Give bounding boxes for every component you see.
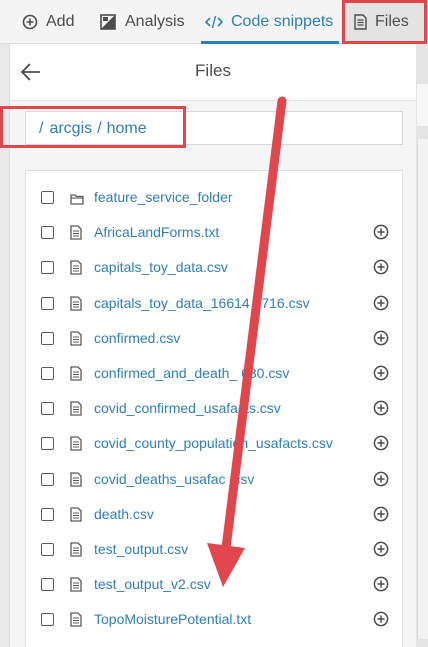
tab-add[interactable]: Add (22, 0, 74, 44)
files-panel: Files / arcgis / home feature_service_folde… (9, 44, 416, 647)
file-row[interactable]: capitals_toy_data.csv (26, 251, 402, 286)
row-checkbox[interactable] (41, 507, 54, 521)
file-row[interactable]: AfricaLandForms.txt (26, 216, 402, 251)
row-checkbox[interactable] (41, 226, 54, 240)
tab-label: Analysis (125, 13, 185, 30)
add-to-notebook-icon[interactable] (373, 365, 389, 381)
file-row[interactable]: test_output_v2.csv (26, 568, 402, 603)
row-checkbox[interactable] (41, 402, 54, 416)
file-row[interactable]: test_output.csv (26, 533, 402, 568)
file-icon (70, 577, 82, 592)
panel-header: Files (10, 44, 416, 101)
tab-label: Code snippets (231, 13, 334, 30)
file-icon (70, 542, 82, 557)
row-checkbox[interactable] (41, 191, 54, 204)
file-icon (70, 260, 82, 276)
add-to-notebook-icon[interactable] (373, 576, 389, 592)
row-checkbox[interactable] (41, 543, 54, 556)
top-toolbar: Add Analysis Code snippets Files (0, 0, 428, 44)
breadcrumb-root[interactable]: / (39, 120, 43, 137)
file-row[interactable]: confirmed.csv (26, 322, 402, 357)
file-name-link[interactable]: TopoMoisturePotential.txt (94, 611, 251, 627)
row-checkbox[interactable] (41, 613, 54, 627)
file-row[interactable]: covid_deaths_usafac .csv (26, 463, 402, 498)
file-name-link[interactable]: AfricaLandForms.txt (94, 224, 219, 240)
tab-files[interactable]: Files (344, 0, 428, 44)
file-icon (70, 225, 82, 240)
analysis-icon (100, 14, 117, 30)
file-name-link[interactable]: covid_deaths_usafac .csv (94, 471, 254, 487)
add-to-notebook-icon[interactable] (373, 611, 389, 627)
add-to-notebook-icon[interactable] (373, 471, 389, 487)
file-icon (70, 507, 82, 522)
file-icon (70, 471, 82, 487)
file-name-link[interactable]: capitals_toy_data.csv (94, 259, 228, 275)
row-checkbox[interactable] (41, 437, 54, 451)
row-checkbox[interactable] (41, 367, 54, 380)
right-pane-edge (415, 44, 428, 647)
file-icon (354, 14, 367, 30)
add-to-notebook-icon[interactable] (373, 224, 389, 240)
tab-label: Add (46, 13, 75, 30)
file-name-link[interactable]: feature_service_folder (94, 189, 233, 205)
add-to-notebook-icon[interactable] (373, 435, 389, 451)
tab-code-snippets[interactable]: Code snippets (200, 0, 340, 44)
add-to-notebook-icon[interactable] (373, 259, 389, 275)
add-to-notebook-icon[interactable] (373, 295, 389, 311)
file-row[interactable]: death.csv (26, 498, 402, 533)
add-to-notebook-icon[interactable] (373, 506, 389, 522)
tab-label: Files (375, 13, 409, 30)
plus-circle-icon (22, 14, 38, 30)
file-name-link[interactable]: capitals_toy_data_16614 0716.csv (94, 295, 310, 311)
file-row[interactable]: confirmed_and_death_ 630.csv (26, 357, 402, 392)
row-checkbox[interactable] (41, 472, 54, 486)
file-row[interactable]: TopoMoisturePotential.txt (26, 603, 402, 638)
row-checkbox[interactable] (41, 578, 54, 592)
file-row[interactable]: covid_confirmed_usafacts.csv (26, 392, 402, 427)
file-row[interactable]: covid_county_population_usafacts.csv (26, 427, 402, 462)
breadcrumb-separator: / (97, 120, 102, 137)
folder-icon (70, 192, 84, 207)
row-checkbox[interactable] (41, 261, 54, 275)
file-name-link[interactable]: covid_county_population_usafacts.csv (94, 435, 333, 451)
file-name-link[interactable]: covid_confirmed_usafacts.csv (94, 400, 281, 416)
breadcrumb: / arcgis / home (25, 111, 403, 145)
code-icon (205, 15, 223, 29)
file-row[interactable]: capitals_toy_data_16614 0716.csv (26, 287, 402, 322)
tab-analysis[interactable]: Analysis (100, 0, 185, 44)
file-row[interactable]: feature_service_folder (26, 181, 402, 216)
add-to-notebook-icon[interactable] (373, 330, 389, 346)
add-to-notebook-icon[interactable] (373, 400, 389, 416)
file-icon (70, 366, 82, 381)
file-name-link[interactable]: test_output_v2.csv (94, 576, 211, 592)
file-icon (70, 401, 82, 416)
file-icon (70, 612, 82, 628)
file-icon (70, 436, 82, 452)
file-name-link[interactable]: death.csv (94, 506, 154, 522)
file-list: feature_service_folder AfricaLandForms.tx… (25, 170, 403, 647)
panel-title: Files (195, 61, 231, 80)
breadcrumb-home[interactable]: home (107, 120, 147, 137)
row-checkbox[interactable] (41, 296, 54, 310)
breadcrumb-arcgis[interactable]: arcgis (49, 120, 92, 137)
file-icon (70, 331, 82, 346)
file-name-link[interactable]: test_output.csv (94, 541, 188, 557)
row-checkbox[interactable] (41, 331, 54, 345)
file-name-link[interactable]: confirmed.csv (94, 330, 180, 346)
file-icon (70, 295, 82, 311)
file-name-link[interactable]: confirmed_and_death_ 630.csv (94, 365, 289, 381)
add-to-notebook-icon[interactable] (373, 541, 389, 557)
